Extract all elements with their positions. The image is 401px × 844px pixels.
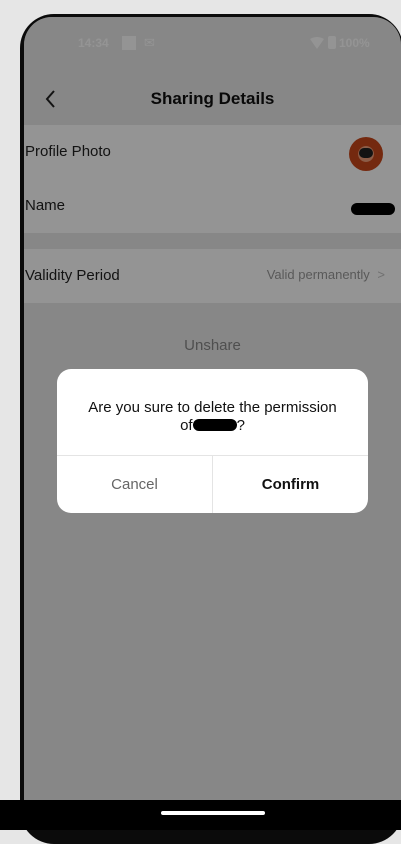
redacted-user [192, 419, 237, 431]
confirm-dialog: Are you sure to delete the permission of… [57, 369, 368, 513]
dialog-message-qmark: ? [236, 417, 245, 434]
dialog-message: Are you sure to delete the permission of… [75, 399, 350, 435]
cancel-button[interactable]: Cancel [57, 456, 212, 513]
confirm-button[interactable]: Confirm [213, 456, 368, 513]
home-indicator[interactable] [161, 811, 265, 815]
dialog-message-line1: Are you sure to delete the permission [88, 399, 337, 416]
dialog-message-of: of [180, 417, 193, 434]
app-screen: 14:34 ✉ 100% Sharing Details Profile Pho… [24, 17, 401, 830]
navigation-bar [0, 800, 401, 830]
